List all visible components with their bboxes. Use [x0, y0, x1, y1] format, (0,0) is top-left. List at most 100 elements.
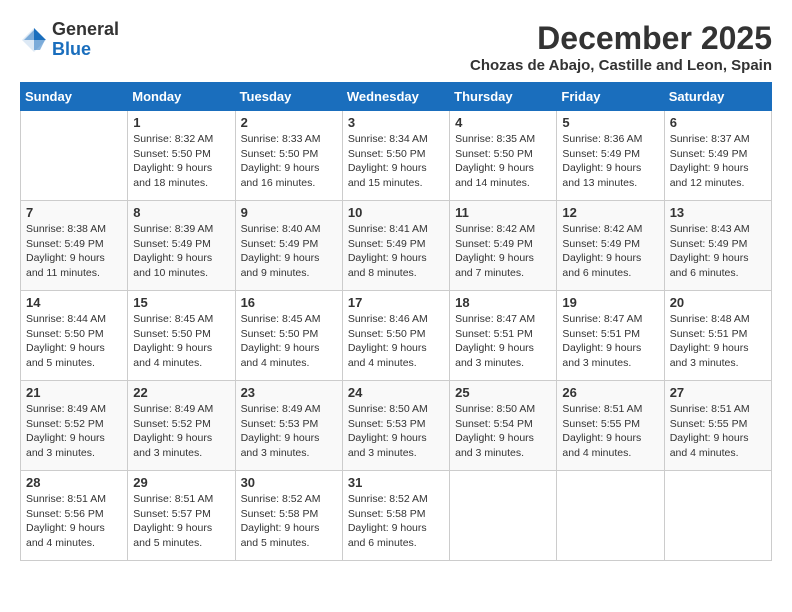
day-info: Sunrise: 8:51 AMSunset: 5:56 PMDaylight:… — [26, 492, 122, 551]
calendar-cell: 25Sunrise: 8:50 AMSunset: 5:54 PMDayligh… — [450, 381, 557, 471]
calendar-cell: 13 Sunrise: 8:43 AMSunset: 5:49 PMDayligh… — [664, 201, 771, 291]
calendar-cell — [664, 471, 771, 561]
day-info: Sunrise: 8:37 AMSunset: 5:49 PMDaylight:… — [670, 132, 766, 191]
week-row-4: 21Sunrise: 8:49 AMSunset: 5:52 PMDayligh… — [21, 381, 772, 471]
day-info: Sunrise: 8:52 AMSunset: 5:58 PMDaylight:… — [348, 492, 444, 551]
weekday-header-thursday: Thursday — [450, 83, 557, 111]
day-info: Sunrise: 8:45 AMSunset: 5:50 PMDaylight:… — [241, 312, 337, 371]
calendar-cell: 31Sunrise: 8:52 AMSunset: 5:58 PMDayligh… — [342, 471, 449, 561]
calendar-cell: 3 Sunrise: 8:34 AMSunset: 5:50 PMDaylight… — [342, 111, 449, 201]
day-info: Sunrise: 8:46 AMSunset: 5:50 PMDaylight:… — [348, 312, 444, 371]
day-info: Sunrise: 8:32 AMSunset: 5:50 PMDaylight:… — [133, 132, 229, 191]
calendar-cell: 27Sunrise: 8:51 AMSunset: 5:55 PMDayligh… — [664, 381, 771, 471]
week-row-1: 1Sunrise: 8:32 AMSunset: 5:50 PMDaylight… — [21, 111, 772, 201]
calendar-cell: 6 Sunrise: 8:37 AMSunset: 5:49 PMDaylight… — [664, 111, 771, 201]
calendar-cell: 22 Sunrise: 8:49 AMSunset: 5:52 PMDayligh… — [128, 381, 235, 471]
day-number: 13 — [670, 205, 766, 220]
day-info: Sunrise: 8:49 AMSunset: 5:52 PMDaylight:… — [133, 402, 229, 461]
day-info: Sunrise: 8:51 AMSunset: 5:55 PMDaylight:… — [562, 402, 658, 461]
day-info: Sunrise: 8:38 AMSunset: 5:49 PMDaylight:… — [26, 222, 122, 281]
location-title: Chozas de Abajo, Castille and Leon, Spai… — [470, 57, 772, 74]
day-number: 16 — [241, 295, 337, 310]
day-info: Sunrise: 8:51 AMSunset: 5:57 PMDaylight:… — [133, 492, 229, 551]
week-row-3: 14 Sunrise: 8:44 AMSunset: 5:50 PMDayligh… — [21, 291, 772, 381]
calendar-table: SundayMondayTuesdayWednesdayThursdayFrid… — [20, 82, 772, 561]
weekday-header-friday: Friday — [557, 83, 664, 111]
day-number: 19 — [562, 295, 658, 310]
day-info: Sunrise: 8:50 AMSunset: 5:53 PMDaylight:… — [348, 402, 444, 461]
title-block: December 2025 Chozas de Abajo, Castille … — [470, 20, 772, 74]
logo-general: General — [52, 19, 119, 39]
day-info: Sunrise: 8:35 AMSunset: 5:50 PMDaylight:… — [455, 132, 551, 191]
calendar-cell: 1Sunrise: 8:32 AMSunset: 5:50 PMDaylight… — [128, 111, 235, 201]
calendar-cell: 5 Sunrise: 8:36 AMSunset: 5:49 PMDaylight… — [557, 111, 664, 201]
calendar-cell: 21Sunrise: 8:49 AMSunset: 5:52 PMDayligh… — [21, 381, 128, 471]
day-info: Sunrise: 8:43 AMSunset: 5:49 PMDaylight:… — [670, 222, 766, 281]
day-number: 30 — [241, 475, 337, 490]
day-number: 14 — [26, 295, 122, 310]
calendar-cell: 12 Sunrise: 8:42 AMSunset: 5:49 PMDayligh… — [557, 201, 664, 291]
day-number: 5 — [562, 115, 658, 130]
day-info: Sunrise: 8:41 AMSunset: 5:49 PMDaylight:… — [348, 222, 444, 281]
day-info: Sunrise: 8:47 AMSunset: 5:51 PMDaylight:… — [562, 312, 658, 371]
day-info: Sunrise: 8:47 AMSunset: 5:51 PMDaylight:… — [455, 312, 551, 371]
day-number: 3 — [348, 115, 444, 130]
day-number: 10 — [348, 205, 444, 220]
day-info: Sunrise: 8:33 AMSunset: 5:50 PMDaylight:… — [241, 132, 337, 191]
week-row-5: 28Sunrise: 8:51 AMSunset: 5:56 PMDayligh… — [21, 471, 772, 561]
calendar-cell: 10 Sunrise: 8:41 AMSunset: 5:49 PMDayligh… — [342, 201, 449, 291]
day-info: Sunrise: 8:49 AMSunset: 5:53 PMDaylight:… — [241, 402, 337, 461]
day-number: 12 — [562, 205, 658, 220]
day-info: Sunrise: 8:51 AMSunset: 5:55 PMDaylight:… — [670, 402, 766, 461]
calendar-cell: 28Sunrise: 8:51 AMSunset: 5:56 PMDayligh… — [21, 471, 128, 561]
calendar-cell: 2 Sunrise: 8:33 AMSunset: 5:50 PMDaylight… — [235, 111, 342, 201]
day-number: 11 — [455, 205, 551, 220]
day-number: 24 — [348, 385, 444, 400]
day-number: 4 — [455, 115, 551, 130]
day-info: Sunrise: 8:44 AMSunset: 5:50 PMDaylight:… — [26, 312, 122, 371]
calendar-cell: 4 Sunrise: 8:35 AMSunset: 5:50 PMDaylight… — [450, 111, 557, 201]
calendar-cell: 23 Sunrise: 8:49 AMSunset: 5:53 PMDayligh… — [235, 381, 342, 471]
calendar-cell: 30 Sunrise: 8:52 AMSunset: 5:58 PMDayligh… — [235, 471, 342, 561]
day-info: Sunrise: 8:39 AMSunset: 5:49 PMDaylight:… — [133, 222, 229, 281]
day-info: Sunrise: 8:45 AMSunset: 5:50 PMDaylight:… — [133, 312, 229, 371]
calendar-cell: 18Sunrise: 8:47 AMSunset: 5:51 PMDayligh… — [450, 291, 557, 381]
calendar-cell: 11 Sunrise: 8:42 AMSunset: 5:49 PMDayligh… — [450, 201, 557, 291]
day-info: Sunrise: 8:36 AMSunset: 5:49 PMDaylight:… — [562, 132, 658, 191]
calendar-cell: 9Sunrise: 8:40 AMSunset: 5:49 PMDaylight… — [235, 201, 342, 291]
day-info: Sunrise: 8:52 AMSunset: 5:58 PMDaylight:… — [241, 492, 337, 551]
day-number: 20 — [670, 295, 766, 310]
calendar-cell: 16 Sunrise: 8:45 AMSunset: 5:50 PMDayligh… — [235, 291, 342, 381]
calendar-cell: 15Sunrise: 8:45 AMSunset: 5:50 PMDayligh… — [128, 291, 235, 381]
day-number: 26 — [562, 385, 658, 400]
calendar-cell — [21, 111, 128, 201]
month-year-title: December 2025 — [470, 20, 772, 57]
day-info: Sunrise: 8:48 AMSunset: 5:51 PMDaylight:… — [670, 312, 766, 371]
day-number: 22 — [133, 385, 229, 400]
day-info: Sunrise: 8:42 AMSunset: 5:49 PMDaylight:… — [455, 222, 551, 281]
logo-text: General Blue — [52, 20, 119, 60]
day-number: 6 — [670, 115, 766, 130]
page-header: General Blue December 2025 Chozas de Aba… — [20, 20, 772, 74]
day-number: 29 — [133, 475, 229, 490]
calendar-cell: 26 Sunrise: 8:51 AMSunset: 5:55 PMDayligh… — [557, 381, 664, 471]
day-number: 23 — [241, 385, 337, 400]
calendar-cell: 20 Sunrise: 8:48 AMSunset: 5:51 PMDayligh… — [664, 291, 771, 381]
weekday-header-wednesday: Wednesday — [342, 83, 449, 111]
day-info: Sunrise: 8:42 AMSunset: 5:49 PMDaylight:… — [562, 222, 658, 281]
calendar-cell: 14 Sunrise: 8:44 AMSunset: 5:50 PMDayligh… — [21, 291, 128, 381]
day-number: 2 — [241, 115, 337, 130]
logo-icon — [20, 26, 48, 54]
day-info: Sunrise: 8:34 AMSunset: 5:50 PMDaylight:… — [348, 132, 444, 191]
day-info: Sunrise: 8:40 AMSunset: 5:49 PMDaylight:… — [241, 222, 337, 281]
calendar-cell: 7Sunrise: 8:38 AMSunset: 5:49 PMDaylight… — [21, 201, 128, 291]
weekday-header-monday: Monday — [128, 83, 235, 111]
weekday-header-tuesday: Tuesday — [235, 83, 342, 111]
calendar-cell: 8Sunrise: 8:39 AMSunset: 5:49 PMDaylight… — [128, 201, 235, 291]
calendar-cell: 29 Sunrise: 8:51 AMSunset: 5:57 PMDayligh… — [128, 471, 235, 561]
day-info: Sunrise: 8:49 AMSunset: 5:52 PMDaylight:… — [26, 402, 122, 461]
calendar-cell — [557, 471, 664, 561]
day-number: 25 — [455, 385, 551, 400]
logo: General Blue — [20, 20, 119, 60]
calendar-cell — [450, 471, 557, 561]
